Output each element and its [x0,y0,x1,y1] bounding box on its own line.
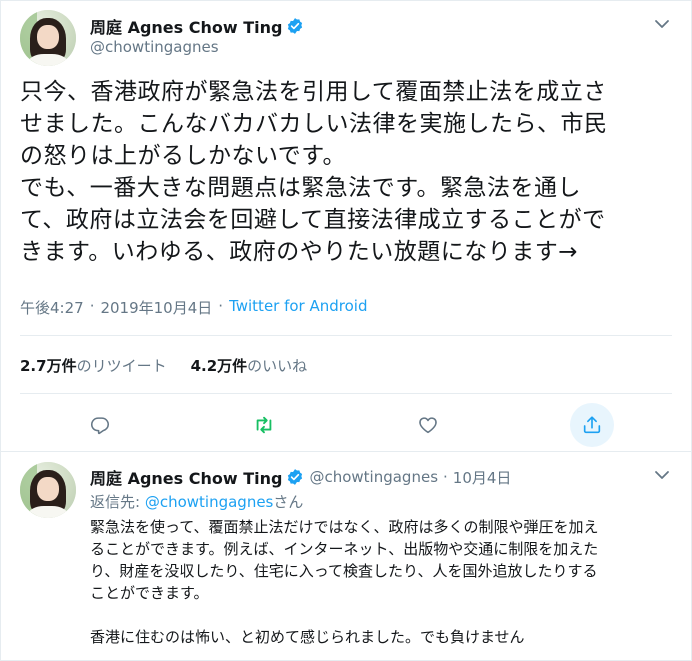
reply-text-line: り、財産を没収したり、住宅に入って検査したり、人を国外追放したりする [90,562,598,580]
share-button[interactable] [570,403,614,447]
tweet-text-line: せました。こんなバカバカしい法律を実施したら、市民 [20,111,608,137]
meta-separator: · [89,297,95,315]
divider [20,393,672,394]
tweet-meta: 午後4:27 · 2019年10月4日 · Twitter for Androi… [20,297,368,318]
meta-separator: · [443,468,448,486]
author-display-name[interactable]: 周庭 Agnes Chow Ting [90,465,282,489]
reply-date[interactable]: 10月4日 [453,467,512,488]
reply-icon [90,417,110,435]
share-icon [583,416,601,434]
avatar[interactable] [20,10,76,66]
chevron-down-icon[interactable] [652,465,672,485]
avatar[interactable] [20,462,76,518]
like-stat[interactable]: 4.2万件のいいね [191,355,308,376]
retweet-label: のリツイート [76,357,167,375]
reply-text-line [90,604,680,626]
tweet-text-line: きます。いわゆる、政府のやりたい放題になります→ [20,239,578,265]
tweet-header: 周庭 Agnes Chow Ting @chowtingagnes [20,10,672,66]
tweet-text-line: の怒りは上がるしかないです。 [20,143,347,169]
reply-text-line: 緊急法を使って、覆面禁止法だけではなく、政府は多くの制限や弾圧を加え [90,518,599,536]
author-handle[interactable]: @chowtingagnes [309,468,438,486]
reply-button[interactable] [78,403,122,447]
heart-icon [419,417,437,434]
divider [20,335,672,336]
tweet-time[interactable]: 午後4:27 [20,297,84,318]
like-label: のいいね [247,357,308,375]
reply-tweet[interactable]: 周庭 Agnes Chow Ting @chowtingagnes · 10月4… [0,451,692,661]
retweet-count: 2.7万件 [20,357,77,375]
tweet-source-link[interactable]: Twitter for Android [229,297,367,318]
reply-text-line: 香港に住むのは怖い、と初めて感じられました。でも負けません [90,628,525,646]
author-name-row[interactable]: 周庭 Agnes Chow Ting [90,14,304,38]
tweet-text-line: て、政府は立法会を回避して直接法律成立することがで [20,207,606,233]
tweet-text-line: 只今、香港政府が緊急法を引用して覆面禁止法を成立さ [20,79,607,105]
reply-header: 周庭 Agnes Chow Ting @chowtingagnes · 10月4… [90,465,511,489]
reply-to-suffix: さん [273,493,304,511]
retweet-icon [256,416,272,434]
reply-text-line: ことができます。 [90,584,209,602]
tweet-date[interactable]: 2019年10月4日 [100,297,212,318]
tweet-text-line: でも、一番大きな問題点は緊急法です。緊急法を通し [20,175,582,201]
chevron-down-icon[interactable] [652,14,672,34]
verified-badge-icon [288,18,303,34]
retweet-button[interactable] [242,403,286,447]
tweet-text: 只今、香港政府が緊急法を引用して覆面禁止法を成立さ せました。こんなバカバカしい… [20,76,680,268]
reply-to-handle-link[interactable]: @chowtingagnes [145,493,274,511]
like-count: 4.2万件 [190,357,248,375]
tweet-actions [20,403,672,447]
reply-text: 緊急法を使って、覆面禁止法だけではなく、政府は多くの制限や弾圧を加え ることがで… [90,516,680,648]
tweet-stats: 2.7万件のリツイート 4.2万件のいいね [20,355,331,376]
author-handle[interactable]: @chowtingagnes [90,38,219,56]
reply-text-line: ることができます。例えば、インターネット、出版物や交通に制限を加えた [90,540,599,558]
author-display-name[interactable]: 周庭 Agnes Chow Ting [90,14,282,38]
reply-to-line: 返信先: @chowtingagnesさん [90,491,303,512]
meta-separator: · [218,297,224,315]
retweet-stat[interactable]: 2.7万件のリツイート [20,355,167,376]
like-button[interactable] [406,403,450,447]
verified-badge-icon [288,469,303,485]
reply-to-prefix: 返信先: [90,493,145,511]
